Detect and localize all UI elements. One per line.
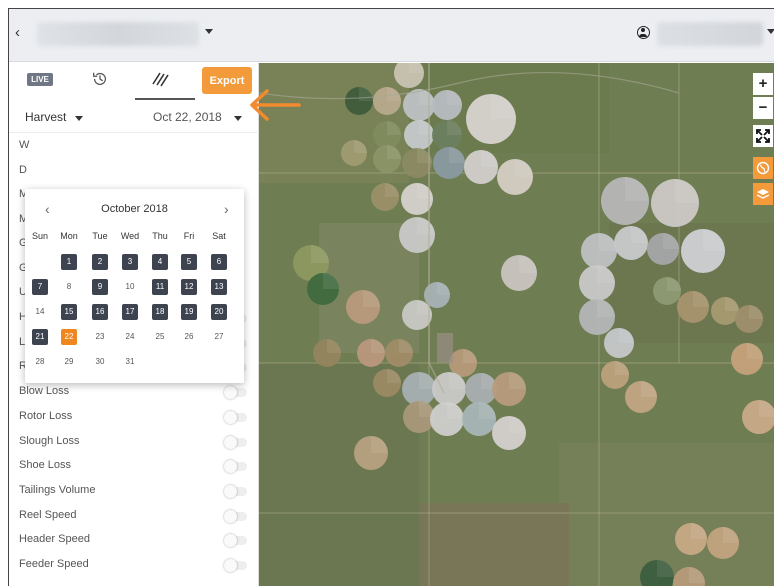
calendar-day[interactable]: 18 <box>152 304 168 320</box>
calendar-day[interactable]: 25 <box>152 329 168 345</box>
layer-toggle[interactable] <box>224 534 247 548</box>
calendar-day[interactable]: 31 <box>122 354 138 370</box>
layer-item[interactable]: Shoe Loss <box>9 455 259 479</box>
calendar-day[interactable]: 4 <box>152 254 168 270</box>
layer-item[interactable]: Tailings Volume <box>9 480 259 504</box>
tab-live[interactable]: LIVE <box>27 73 53 86</box>
calendar-day[interactable]: 11 <box>152 279 168 295</box>
calendar-day[interactable]: 5 <box>181 254 197 270</box>
calendar-day[interactable]: 17 <box>122 304 138 320</box>
layer-label: W <box>19 139 30 151</box>
layer-toggle[interactable] <box>224 460 247 474</box>
history-icon[interactable] <box>91 70 109 88</box>
calendar-day[interactable]: 20 <box>211 304 227 320</box>
calendar-day[interactable]: 14 <box>32 304 48 320</box>
globe-icon[interactable] <box>753 157 773 179</box>
selector-row: Harvest Oct 22, 2018 <box>9 101 259 133</box>
calendar-day[interactable]: 26 <box>181 329 197 345</box>
layer-label: Slough Loss <box>19 434 80 447</box>
weekday-label: Sun <box>31 231 48 241</box>
weekday-label: Tue <box>92 231 108 241</box>
calendar-day[interactable]: 23 <box>92 329 108 345</box>
chevron-down-icon[interactable] <box>767 29 774 34</box>
layer-label: Header Speed <box>19 533 90 546</box>
user-menu[interactable] <box>657 22 763 46</box>
weekday-label: Fri <box>183 231 195 241</box>
app-window: ‹ LIVE Export Harvest Oct 22, 2018 W D M… <box>8 8 774 586</box>
next-month-icon[interactable]: › <box>224 201 229 217</box>
layers-icon[interactable] <box>753 183 773 205</box>
layer-item[interactable]: Feeder Speed <box>9 554 259 578</box>
calendar-day[interactable]: 12 <box>181 279 197 295</box>
calendar-day[interactable]: 22 <box>61 329 77 345</box>
expand-icon[interactable] <box>753 125 773 147</box>
weekday-label: Sat <box>212 231 226 241</box>
export-button[interactable]: Export <box>202 67 252 94</box>
layer-toggle[interactable] <box>224 509 247 523</box>
calendar-day[interactable]: 19 <box>181 304 197 320</box>
calendar-day[interactable]: 7 <box>32 279 48 295</box>
layer-label: Reel Speed <box>19 508 77 521</box>
calendar-day[interactable]: 29 <box>61 354 77 370</box>
layer-item[interactable]: Reel Speed <box>9 505 259 529</box>
layer-toggle[interactable] <box>224 435 247 449</box>
layer-label: Feeder Speed <box>19 558 89 570</box>
calendar-day[interactable]: 9 <box>92 279 108 295</box>
calendar-title: October 2018 <box>101 203 168 215</box>
satellite-map[interactable]: + − <box>259 63 774 586</box>
calendar-day[interactable]: 27 <box>211 329 227 345</box>
calendar-day[interactable]: 6 <box>211 254 227 270</box>
layer-label: Blow Loss <box>19 385 70 398</box>
weekday-label: Wed <box>120 231 140 241</box>
calendar-popup: ‹ October 2018 › Sun Mon Tue Wed Thu Fri Sat 1 2… <box>25 189 244 383</box>
calendar-day[interactable]: 13 <box>211 279 227 295</box>
layer-label: Tailings Volume <box>19 483 96 496</box>
chevron-down-icon[interactable] <box>75 116 83 121</box>
calendar-day[interactable]: 10 <box>122 279 138 295</box>
annotation-arrow <box>250 89 301 121</box>
layer-item[interactable]: Header Speed <box>9 529 259 553</box>
chevron-down-icon[interactable] <box>234 116 242 121</box>
side-panel: LIVE Export Harvest Oct 22, 2018 WDMMGGU… <box>9 63 259 586</box>
weekday-label: Thu <box>152 231 168 241</box>
calendar-day[interactable]: 3 <box>122 254 138 270</box>
calendar-day[interactable]: 24 <box>122 329 138 345</box>
calendar-day[interactable]: 15 <box>61 304 77 320</box>
chevron-down-icon[interactable] <box>205 29 213 34</box>
panel-tabs: LIVE Export <box>9 63 259 101</box>
layer-label: Rotor Loss <box>19 409 73 422</box>
layer-label: Shoe Loss <box>19 459 71 472</box>
calendar-day[interactable]: 28 <box>32 354 48 370</box>
layer-item[interactable]: Rotor Loss <box>9 406 259 430</box>
calendar-day[interactable]: 16 <box>92 304 108 320</box>
operation-select[interactable]: Harvest <box>25 110 66 124</box>
user-circle-icon[interactable] <box>637 26 650 39</box>
zoom-in-button[interactable]: + <box>753 73 773 95</box>
layer-item[interactable]: Slough Loss <box>9 431 259 455</box>
zoom-out-button[interactable]: − <box>753 97 773 119</box>
calendar-day[interactable]: 1 <box>61 254 77 270</box>
calendar-day[interactable]: 2 <box>92 254 108 270</box>
layer-toggle[interactable] <box>224 484 247 498</box>
chevron-left-icon[interactable]: ‹ <box>15 24 20 41</box>
layer-item[interactable]: Blow Loss <box>9 381 259 405</box>
date-select[interactable]: Oct 22, 2018 <box>153 110 222 124</box>
top-bar: ‹ <box>9 9 774 62</box>
map-imagery[interactable] <box>259 63 774 586</box>
calendar-day[interactable]: 21 <box>32 329 48 345</box>
field-selector[interactable] <box>37 22 199 46</box>
layer-label: D <box>19 163 27 176</box>
calendar-day[interactable]: 8 <box>61 279 77 295</box>
layer-toggle[interactable] <box>224 559 247 572</box>
layer-toggle[interactable] <box>224 386 247 400</box>
layer-item[interactable]: D <box>9 160 259 184</box>
layer-item[interactable]: W <box>9 135 259 159</box>
calendar-day[interactable]: 30 <box>92 354 108 370</box>
weekday-label: Mon <box>60 231 78 241</box>
hatch-icon <box>152 72 169 87</box>
layer-toggle[interactable] <box>224 410 247 424</box>
